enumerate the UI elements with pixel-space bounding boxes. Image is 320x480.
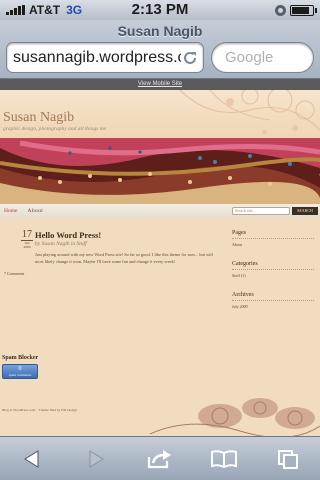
- sidebar-item-archive[interactable]: July 2009: [232, 304, 314, 309]
- footer-ornament: [150, 398, 320, 436]
- browser-top-bar: Susan Nagib susannagib.wordpress.com Goo…: [0, 20, 320, 79]
- spam-counter-badge[interactable]: 0 spam comments: [2, 364, 38, 379]
- site-tagline: graphic design, photography and all thin…: [3, 126, 107, 132]
- web-content[interactable]: View Mobile Site Susan Nagib graphic des…: [0, 79, 320, 436]
- forward-button[interactable]: [74, 437, 118, 480]
- page-title: Susan Nagib: [117, 23, 203, 39]
- header-banner-image: [0, 138, 320, 204]
- post-day: 17: [22, 229, 32, 240]
- sidebar-heading-pages: Pages: [232, 230, 314, 239]
- back-button[interactable]: [10, 437, 54, 480]
- sidebar-item-stuff[interactable]: Stuff (1): [232, 273, 314, 278]
- sidebar: Pages About Categories Stuff (1) Archive…: [232, 230, 314, 323]
- share-button[interactable]: [138, 437, 182, 480]
- status-bar: AT&T 3G 2:13 PM: [0, 0, 320, 20]
- header-ornament: [179, 90, 320, 135]
- bookmarks-icon: [211, 449, 237, 468]
- rotation-lock-icon: [275, 4, 286, 16]
- signal-icon: [6, 5, 25, 15]
- site-nav: Home About Search site... SEARCH: [0, 204, 320, 218]
- site-search-button[interactable]: SEARCH: [292, 207, 318, 215]
- pages-button[interactable]: [266, 437, 310, 480]
- spam-blocker-heading: Spam Blocker: [2, 355, 39, 361]
- network-label: 3G: [66, 3, 83, 17]
- post-body: Just playing around with my new Word Pre…: [35, 252, 213, 264]
- footer-credits[interactable]: Blog at WordPress.com. · Theme: Bad by N…: [2, 408, 77, 412]
- post-date: 17 Jun 2009: [21, 230, 33, 249]
- post-year: 2009: [23, 245, 31, 249]
- back-icon: [24, 449, 39, 468]
- battery-icon: [290, 4, 317, 16]
- browser-toolbar: [0, 436, 320, 480]
- search-input[interactable]: Google: [211, 42, 314, 73]
- pages-icon: [278, 449, 298, 469]
- site-title[interactable]: Susan Nagib: [3, 110, 74, 126]
- forward-icon: [89, 449, 104, 468]
- bookmarks-button[interactable]: [202, 437, 246, 480]
- view-mobile-site-link[interactable]: View Mobile Site: [0, 79, 320, 90]
- post-comments-link[interactable]: 7 Comments: [4, 271, 24, 276]
- spam-label: spam comments: [8, 373, 32, 377]
- reload-icon[interactable]: [181, 49, 199, 67]
- share-icon: [147, 449, 171, 468]
- site-header: Susan Nagib graphic design, photography …: [0, 90, 320, 138]
- post-title[interactable]: Hello Word Press!: [35, 230, 101, 240]
- nav-about-link[interactable]: About: [27, 208, 43, 214]
- carrier-label: AT&T: [29, 3, 61, 17]
- post-meta: by Susan Nagib in Stuff: [35, 241, 87, 247]
- address-field[interactable]: susannagib.wordpress.com: [6, 42, 204, 73]
- spam-count: 0: [18, 366, 22, 372]
- nav-home-link[interactable]: Home: [4, 208, 17, 214]
- sidebar-heading-archives: Archives: [232, 292, 314, 301]
- sidebar-heading-categories: Categories: [232, 261, 314, 270]
- sidebar-item-about[interactable]: About: [232, 242, 314, 247]
- site-search-input[interactable]: Search site...: [232, 207, 290, 215]
- address-text: susannagib.wordpress.com: [13, 48, 181, 66]
